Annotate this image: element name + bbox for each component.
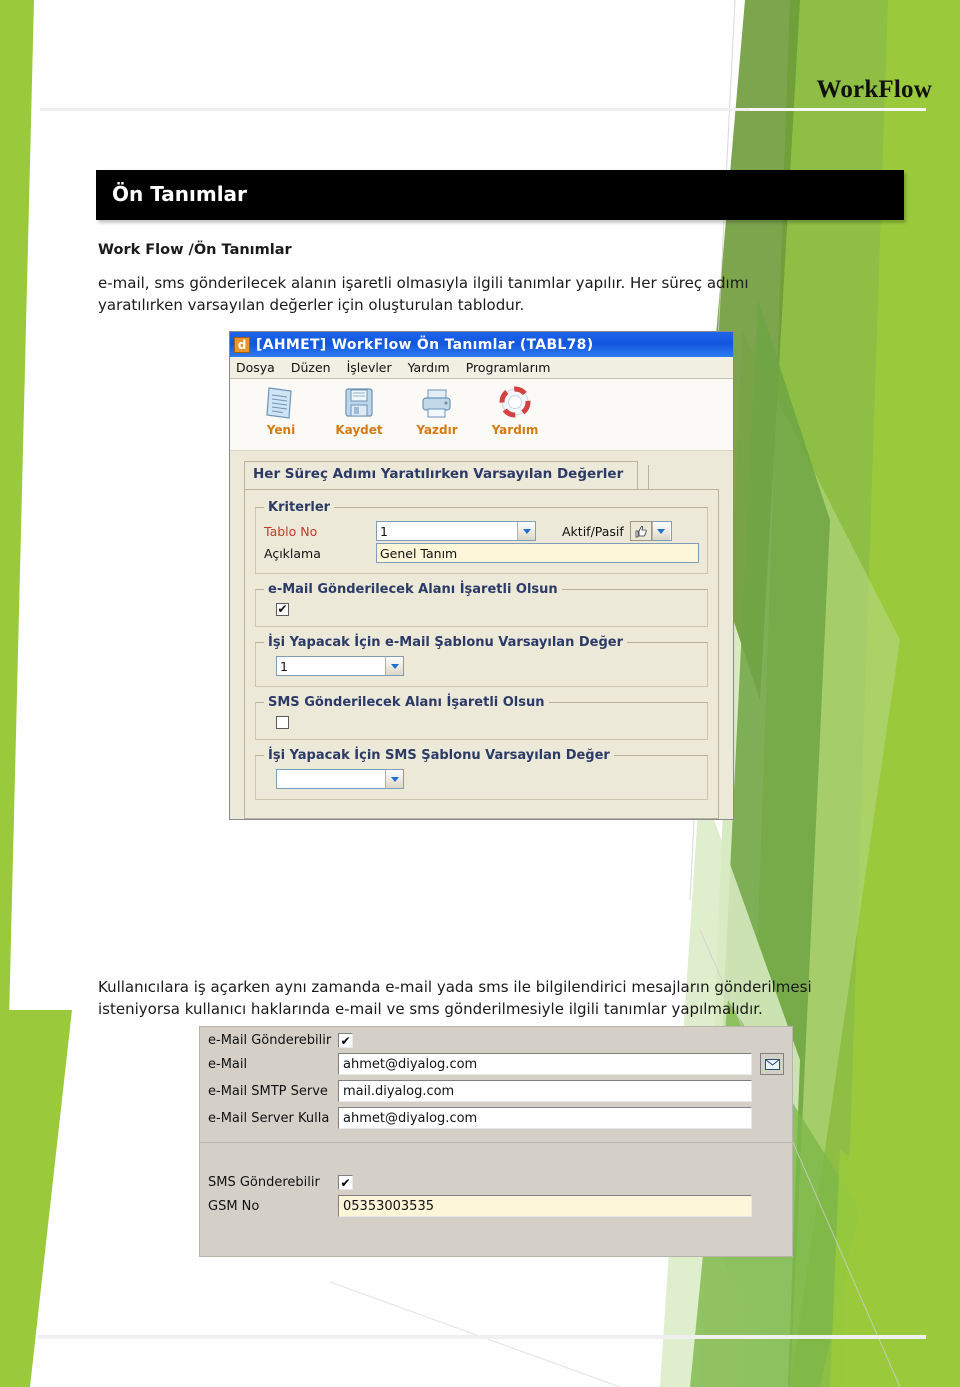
menu-item-duzen[interactable]: Düzen bbox=[291, 360, 331, 375]
input-email-smtp-server[interactable]: mail.diyalog.com bbox=[338, 1080, 752, 1102]
row-email-gonderebilir: e-Mail Gönderebilir ✔ bbox=[208, 1033, 784, 1048]
label-sms-gonderebilir: SMS Gönderebilir bbox=[208, 1175, 320, 1190]
group-legend-sms-sablonu: İşi Yapacak İçin SMS Şablonu Varsayılan … bbox=[268, 748, 610, 763]
row-email: e-Mail ahmet@diyalog.com bbox=[208, 1053, 784, 1075]
combo-email-sablonu[interactable]: 1 bbox=[276, 656, 404, 676]
tool-bar: Yeni Kaydet Yazdır Yardım bbox=[230, 379, 733, 451]
menu-item-yardim[interactable]: Yardım bbox=[408, 360, 450, 375]
app-icon: d bbox=[234, 336, 250, 353]
label-tablo-no: Tablo No bbox=[264, 523, 318, 539]
tab-strip: Her Süreç Adımı Yaratılırken Varsayılan … bbox=[244, 461, 719, 489]
row-email-sablonu: 1 bbox=[264, 656, 699, 676]
envelope-glyph bbox=[764, 1058, 780, 1070]
window-title: [AHMET] WorkFlow Ön Tanımlar (TABL78) bbox=[256, 336, 594, 353]
user-rights-mail-sms-window: e-Mail Gönderebilir ✔ e-Mail ahmet@diyal… bbox=[199, 1026, 793, 1257]
group-email-alani-isaretli: e-Mail Gönderilecek Alanı İşaretli Olsun… bbox=[255, 582, 708, 627]
toolbar-label-kaydet: Kaydet bbox=[335, 423, 383, 437]
menu-item-islevler[interactable]: İşlevler bbox=[347, 360, 392, 375]
group-legend-sms-alani: SMS Gönderilecek Alanı İşaretli Olsun bbox=[268, 695, 545, 710]
row-sms-sablonu bbox=[264, 769, 699, 789]
input-aciklama[interactable]: Genel Tanım bbox=[376, 543, 699, 563]
combo-tablo-no[interactable]: 1 bbox=[376, 521, 536, 541]
section-title: Ön Tanımlar bbox=[112, 182, 247, 206]
window-client-area: Her Süreç Adımı Yaratılırken Varsayılan … bbox=[230, 451, 733, 819]
label-email-gonderebilir: e-Mail Gönderebilir bbox=[208, 1033, 332, 1048]
panel-spacer-bottom bbox=[208, 1222, 784, 1248]
thumbs-up-glyph bbox=[635, 525, 647, 537]
row-gsm-no: GSM No 05353003535 bbox=[208, 1195, 784, 1217]
new-document-icon bbox=[266, 387, 292, 419]
label-email-server-user: e-Mail Server Kulla bbox=[208, 1110, 330, 1126]
row-sms-gonderebilir: SMS Gönderebilir ✔ bbox=[208, 1175, 784, 1190]
thumbs-up-icon[interactable] bbox=[629, 521, 652, 541]
label-aciklama: Açıklama bbox=[264, 545, 321, 561]
workflow-predefs-window: d [AHMET] WorkFlow Ön Tanımlar (TABL78) … bbox=[229, 331, 734, 820]
group-legend-email-sablonu: İşi Yapacak İçin e-Mail Şablonu Varsayıl… bbox=[268, 635, 624, 650]
breadcrumb: Work Flow /Ön Tanımlar bbox=[98, 242, 292, 258]
window-title-bar: d [AHMET] WorkFlow Ön Tanımlar (TABL78) bbox=[230, 332, 733, 357]
email-settings-panel: e-Mail Gönderebilir ✔ e-Mail ahmet@diyal… bbox=[200, 1027, 792, 1143]
page-header-title: WorkFlow bbox=[816, 76, 932, 103]
combo-tablo-no-value: 1 bbox=[380, 523, 388, 539]
label-aktif-pasif: Aktif/Pasif bbox=[562, 523, 624, 539]
group-email-sablonu: İşi Yapacak İçin e-Mail Şablonu Varsayıl… bbox=[255, 635, 708, 687]
checkbox-sms-gonderebilir[interactable]: ✔ bbox=[338, 1175, 353, 1190]
input-email[interactable]: ahmet@diyalog.com bbox=[338, 1053, 752, 1075]
footer-rule bbox=[38, 1335, 926, 1339]
toolbar-label-yazdir: Yazdır bbox=[416, 423, 458, 437]
toolbar-label-yardim: Yardım bbox=[491, 423, 539, 437]
group-kriterler: Kriterler Tablo No 1 Aktif/Pasif Açıklam… bbox=[255, 500, 708, 574]
sms-settings-panel: SMS Gönderebilir ✔ GSM No 05353003535 bbox=[200, 1143, 792, 1256]
lifebuoy-help-icon bbox=[499, 386, 531, 418]
panel-spacer bbox=[208, 1149, 784, 1175]
label-email: e-Mail bbox=[208, 1056, 248, 1072]
section-title-band: Ön Tanımlar bbox=[96, 170, 904, 220]
chevron-down-icon-2[interactable] bbox=[651, 522, 670, 540]
row-email-smtp-server: e-Mail SMTP Serve mail.diyalog.com bbox=[208, 1080, 784, 1102]
tab-body: Kriterler Tablo No 1 Aktif/Pasif Açıklam… bbox=[244, 489, 719, 819]
combo-email-sablonu-value: 1 bbox=[280, 658, 288, 674]
group-sms-sablonu: İşi Yapacak İçin SMS Şablonu Varsayılan … bbox=[255, 748, 708, 800]
input-email-server-user[interactable]: ahmet@diyalog.com bbox=[338, 1107, 752, 1129]
tab-strip-filler bbox=[648, 465, 719, 489]
label-email-smtp-server: e-Mail SMTP Serve bbox=[208, 1083, 328, 1099]
menu-bar: Dosya Düzen İşlevler Yardım Programlarım bbox=[230, 357, 733, 379]
input-gsm-no[interactable]: 05353003535 bbox=[338, 1195, 752, 1217]
chevron-down-icon-4[interactable] bbox=[385, 770, 403, 788]
checkbox-sms-alani[interactable] bbox=[276, 716, 289, 729]
row-sms-checkbox bbox=[264, 716, 699, 729]
header-rule-right bbox=[750, 108, 926, 111]
menu-item-dosya[interactable]: Dosya bbox=[236, 360, 275, 375]
row-email-server-user: e-Mail Server Kulla ahmet@diyalog.com bbox=[208, 1107, 784, 1129]
tab-varsayilan-degerler[interactable]: Her Süreç Adımı Yaratılırken Varsayılan … bbox=[244, 461, 639, 489]
checkbox-email-gonderebilir[interactable]: ✔ bbox=[338, 1033, 353, 1048]
label-gsm-no: GSM No bbox=[208, 1198, 260, 1214]
toolbar-button-yazdir[interactable]: Yazdır bbox=[408, 385, 466, 437]
combo-sms-sablonu[interactable] bbox=[276, 769, 404, 789]
toolbar-button-yardim[interactable]: Yardım bbox=[486, 385, 544, 437]
envelope-icon[interactable] bbox=[760, 1053, 784, 1075]
floppy-save-icon bbox=[345, 388, 373, 417]
intro-paragraph: e-mail, sms gönderilecek alanın işaretli… bbox=[98, 274, 749, 314]
chevron-down-icon-3[interactable] bbox=[385, 657, 403, 675]
combo-aktif-pasif[interactable] bbox=[651, 521, 672, 541]
second-paragraph: Kullanıcılara iş açarken aynı zamanda e-… bbox=[98, 978, 812, 1018]
row-aciklama: Açıklama Genel Tanım bbox=[264, 543, 699, 563]
toolbar-button-kaydet[interactable]: Kaydet bbox=[330, 385, 388, 437]
row-tablo-no: Tablo No 1 Aktif/Pasif bbox=[264, 521, 699, 541]
toolbar-label-yeni: Yeni bbox=[266, 423, 296, 437]
checkbox-email-alani[interactable]: ✔ bbox=[276, 603, 289, 616]
printer-icon bbox=[422, 389, 451, 418]
group-legend-email-alani: e-Mail Gönderilecek Alanı İşaretli Olsun bbox=[268, 582, 558, 597]
chevron-down-icon[interactable] bbox=[517, 522, 535, 540]
toolbar-button-yeni[interactable]: Yeni bbox=[252, 385, 310, 437]
menu-item-programlarim[interactable]: Programlarım bbox=[466, 360, 551, 375]
row-email-checkbox: ✔ bbox=[264, 603, 699, 616]
group-legend-kriterler: Kriterler bbox=[268, 500, 331, 515]
group-sms-alani-isaretli: SMS Gönderilecek Alanı İşaretli Olsun bbox=[255, 695, 708, 740]
